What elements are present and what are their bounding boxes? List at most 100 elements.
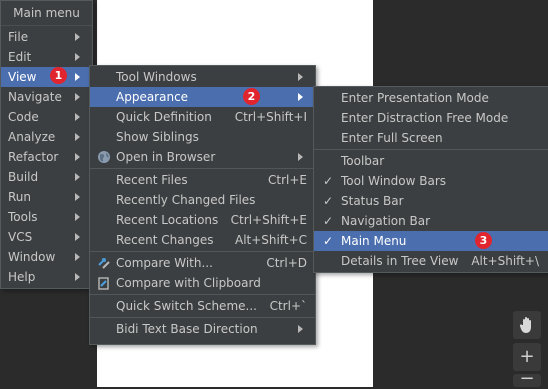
menu-recent-files[interactable]: Recent Files Ctrl+E [90, 170, 315, 190]
menu-main-menu[interactable]: ✓ Main Menu [314, 231, 548, 251]
menu-recent-locations[interactable]: Recent Locations Ctrl+Shift+E [90, 210, 315, 230]
shortcut: Ctrl+E [268, 173, 307, 187]
menu-label: Help [8, 270, 36, 284]
menu-analyze[interactable]: Analyze [1, 127, 92, 147]
menu-vcs[interactable]: VCS [1, 227, 92, 247]
submenu-arrow-icon [75, 113, 80, 121]
submenu-arrow-icon [75, 273, 80, 281]
submenu-arrow-icon [298, 325, 303, 333]
shortcut: Ctrl+` [269, 299, 307, 313]
menu-bidi-text-base-direction[interactable]: Bidi Text Base Direction [90, 319, 315, 339]
menu-label: Bidi Text Base Direction [116, 322, 258, 336]
menu-recent-changes[interactable]: Recent Changes Alt+Shift+C [90, 230, 315, 250]
menu-code[interactable]: Code [1, 107, 92, 127]
menu-label: Appearance [116, 90, 189, 104]
menu-open-in-browser[interactable]: Open in Browser [90, 147, 315, 167]
compare-arrows-icon [98, 258, 110, 269]
menu-tool-window-bars[interactable]: ✓ Tool Window Bars [314, 171, 548, 191]
main-menu: Main menu File Edit View Navigate Code A… [0, 0, 93, 289]
menu-build[interactable]: Build [1, 167, 92, 187]
separator [90, 317, 315, 318]
menu-label: Enter Presentation Mode [341, 91, 489, 105]
menu-appearance[interactable]: Appearance [90, 87, 315, 107]
checkmark-icon: ✓ [323, 234, 334, 248]
submenu-arrow-icon [75, 193, 80, 201]
menu-quick-switch-scheme[interactable]: Quick Switch Scheme... Ctrl+` [90, 296, 315, 316]
menu-label: Tools [8, 210, 38, 224]
submenu-arrow-icon [75, 173, 80, 181]
submenu-arrow-icon [75, 93, 80, 101]
menu-refactor[interactable]: Refactor [1, 147, 92, 167]
menu-label: Navigation Bar [341, 214, 431, 228]
menu-label: Status Bar [341, 194, 404, 208]
separator [90, 294, 315, 295]
menu-label: Code [8, 110, 39, 124]
separator [314, 149, 548, 150]
menu-label: Navigate [8, 90, 62, 104]
menu-tools[interactable]: Tools [1, 207, 92, 227]
menu-status-bar[interactable]: ✓ Status Bar [314, 191, 548, 211]
zoom-out-icon[interactable]: − [513, 370, 541, 388]
shortcut: Ctrl+Shift+I [234, 110, 307, 124]
menu-quick-definition[interactable]: Quick Definition Ctrl+Shift+I [90, 107, 315, 127]
globe-icon [98, 151, 110, 163]
menu-label: Recently Changed Files [116, 193, 256, 207]
menu-enter-distraction-free-mode[interactable]: Enter Distraction Free Mode [314, 108, 548, 128]
submenu-arrow-icon [75, 133, 80, 141]
menu-enter-presentation-mode[interactable]: Enter Presentation Mode [314, 88, 548, 108]
menu-label: Details in Tree View [341, 254, 459, 268]
menu-window[interactable]: Window [1, 247, 92, 267]
menu-label: Recent Changes [116, 233, 214, 247]
checkmark-icon: ✓ [323, 214, 334, 228]
step-badge-1: 1 [50, 67, 67, 84]
submenu-arrow-icon [298, 93, 303, 101]
submenu-arrow-icon [75, 253, 80, 261]
menu-label: Analyze [8, 130, 56, 144]
menu-compare-with[interactable]: Compare With... Ctrl+D [90, 253, 315, 273]
shortcut: Ctrl+Shift+E [230, 213, 307, 227]
menu-edit[interactable]: Edit [1, 47, 92, 67]
menu-view[interactable]: View [1, 67, 92, 87]
menu-label: File [8, 30, 29, 44]
submenu-arrow-icon [75, 53, 80, 61]
menu-label: Window [8, 250, 56, 264]
menu-label: View [8, 70, 37, 84]
shortcut: Alt+Shift+C [234, 233, 307, 247]
menu-toolbar[interactable]: Toolbar [314, 151, 548, 171]
menu-details-in-tree-view[interactable]: Details in Tree View Alt+Shift+\ [314, 251, 548, 271]
separator [90, 168, 315, 169]
hand-tool-icon[interactable] [513, 311, 541, 339]
menu-label: Show Siblings [116, 130, 199, 144]
menu-navigate[interactable]: Navigate [1, 87, 92, 107]
menu-label: Open in Browser [116, 150, 216, 164]
checkmark-icon: ✓ [323, 194, 334, 208]
menu-run[interactable]: Run [1, 187, 92, 207]
menu-compare-with-clipboard[interactable]: Compare with Clipboard [90, 273, 315, 293]
submenu-arrow-icon [298, 153, 303, 161]
zoom-in-icon[interactable]: + [513, 343, 541, 371]
menu-label: Enter Distraction Free Mode [341, 111, 509, 125]
shortcut: Ctrl+D [266, 256, 307, 270]
view-submenu: Tool Windows Appearance Quick Definition… [89, 65, 316, 345]
submenu-arrow-icon [298, 73, 303, 81]
menu-file[interactable]: File [1, 27, 92, 47]
menu-label: Main Menu [341, 234, 407, 248]
submenu-arrow-icon [75, 213, 80, 221]
submenu-arrow-icon [75, 73, 80, 81]
menu-show-siblings[interactable]: Show Siblings [90, 127, 315, 147]
menu-label: Quick Switch Scheme... [116, 299, 257, 313]
menu-navigation-bar[interactable]: ✓ Navigation Bar [314, 211, 548, 231]
main-menu-title: Main menu [1, 1, 92, 26]
menu-label: Quick Definition [116, 110, 212, 124]
menu-label: Toolbar [341, 154, 385, 168]
menu-label: Compare With... [116, 256, 213, 270]
menu-help[interactable]: Help [1, 267, 92, 287]
menu-recently-changed-files[interactable]: Recently Changed Files [90, 190, 315, 210]
menu-label: Build [8, 170, 39, 184]
menu-label: Refactor [8, 150, 59, 164]
menu-label: Edit [8, 50, 32, 64]
step-badge-3: 3 [475, 232, 492, 249]
menu-tool-windows[interactable]: Tool Windows [90, 67, 315, 87]
menu-enter-full-screen[interactable]: Enter Full Screen [314, 128, 548, 148]
menu-label: Tool Window Bars [341, 174, 447, 188]
